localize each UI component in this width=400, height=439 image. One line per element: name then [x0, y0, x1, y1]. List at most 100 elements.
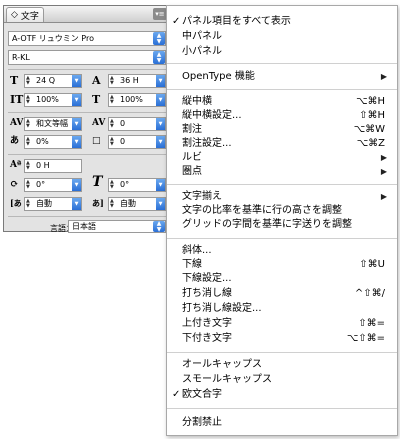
dropdown-icon[interactable]: ▼	[156, 198, 165, 210]
baseline-shift-value: 0 H	[36, 161, 50, 170]
stepper-icon[interactable]: ▲ ▼	[26, 161, 30, 171]
aki-field[interactable]: ▲ ▼ 0 ▼	[108, 135, 166, 149]
baseline-shift-field[interactable]: ▲ ▼ 0 H	[24, 159, 82, 173]
divider	[8, 112, 166, 113]
horizontal-scale-field[interactable]: ▲ ▼ 100% ▼	[108, 93, 166, 107]
font-size-field[interactable]: ▲ ▼ 24 Q ▼	[24, 74, 82, 88]
chevron-updown-icon[interactable]: ▲ ▼	[153, 221, 165, 232]
menu-item-superscript[interactable]: 上付き文字 ⇧⌘=	[167, 317, 397, 331]
panel-flyout-menu: ✓ パネル項目をすべて表示 中パネル 小パネル OpenType 機能 ▶ 縦中…	[166, 5, 398, 436]
tsume-icon: あ	[10, 136, 20, 146]
tracking-field[interactable]: ▲ ▼ 0 ▼	[108, 117, 166, 131]
stepper-icon[interactable]: ▲ ▼	[26, 199, 30, 209]
stepper-icon[interactable]: ▲ ▼	[26, 180, 30, 190]
divider	[8, 69, 166, 70]
stepper-icon[interactable]: ▲ ▼	[26, 95, 30, 105]
menu-item-label: スモールキャップス	[182, 374, 272, 385]
menu-item-underline-options[interactable]: 下線設定...	[167, 272, 397, 286]
aki-before-value: 自動	[36, 199, 52, 208]
dropdown-icon[interactable]: ▼	[156, 75, 165, 87]
menu-item-all-caps[interactable]: オールキャップス	[167, 358, 397, 372]
tsume-field[interactable]: ▲ ▼ 0% ▼	[24, 135, 82, 149]
font-style-value: R-KL	[12, 53, 30, 62]
chevron-updown-icon[interactable]: ▲ ▼	[153, 51, 165, 64]
dropdown-icon[interactable]: ▼	[72, 179, 81, 191]
menu-item-shortcut: ^⇧⌘/	[354, 288, 385, 299]
menu-item-subscript[interactable]: 下付き文字 ⌥⇧⌘=	[167, 332, 397, 346]
menu-item-small-panel[interactable]: 小パネル	[167, 45, 397, 59]
stepper-icon[interactable]: ▲ ▼	[110, 119, 114, 129]
menu-item-warichu[interactable]: 割注 ⌥⌘W	[167, 123, 397, 137]
menu-item-label: 縦中横設定...	[182, 110, 242, 121]
character-panel: ◇ 文字 ▾≡ A-OTF リュウミン Pro ▲ ▼ R-KL ▲ ▼ T ▲ ▼ …	[3, 5, 171, 233]
char-rotation-field[interactable]: ▲ ▼ 0° ▼	[24, 178, 82, 192]
menu-item-label: 割注設定...	[182, 138, 232, 149]
menu-item-adjust-char-spacing[interactable]: グリッドの字間を基準に字送りを調整	[167, 218, 397, 232]
dropdown-icon[interactable]: ▼	[72, 75, 81, 87]
menu-item-ruby[interactable]: ルビ ▶	[167, 151, 397, 165]
dropdown-icon[interactable]: ▼	[156, 118, 165, 130]
menu-item-medium-panel[interactable]: 中パネル	[167, 30, 397, 44]
stepper-icon[interactable]: ▲ ▼	[110, 180, 114, 190]
font-family-value: A-OTF リュウミン Pro	[12, 34, 94, 43]
menu-item-no-break[interactable]: 分割禁止	[167, 416, 397, 430]
font-family-select[interactable]: A-OTF リュウミン Pro ▲ ▼	[8, 31, 166, 46]
skew-field[interactable]: ▲ ▼ 0° ▼	[108, 178, 166, 192]
menu-item-shortcut: ⌥⌘H	[355, 96, 385, 107]
kerning-icon: AV	[10, 118, 24, 128]
aki-after-value: 自動	[120, 199, 136, 208]
stepper-icon[interactable]: ▲ ▼	[26, 76, 30, 86]
menu-item-small-caps[interactable]: スモールキャップス	[167, 373, 397, 387]
dropdown-icon[interactable]: ▼	[72, 136, 81, 148]
dropdown-icon[interactable]: ▼	[72, 118, 81, 130]
stepper-icon[interactable]: ▲ ▼	[26, 119, 30, 129]
aki-after-field[interactable]: ▲ ▼ 自動 ▼	[108, 197, 166, 211]
vertical-scale-field[interactable]: ▲ ▼ 100% ▼	[24, 93, 82, 107]
menu-item-label: 上付き文字	[182, 318, 232, 329]
menu-item-italic[interactable]: 斜体...	[167, 244, 397, 258]
stepper-icon[interactable]: ▲ ▼	[110, 199, 114, 209]
dropdown-icon[interactable]: ▼	[156, 136, 165, 148]
menu-item-warichu-settings[interactable]: 割注設定... ⌥⌘Z	[167, 137, 397, 151]
menu-item-strikethrough-options[interactable]: 打ち消し線設定...	[167, 302, 397, 316]
tab-character[interactable]: ◇ 文字	[6, 7, 44, 22]
menu-item-label: 打ち消し線設定...	[182, 303, 262, 314]
stepper-icon[interactable]: ▲ ▼	[26, 137, 30, 147]
dropdown-icon[interactable]: ▼	[156, 94, 165, 106]
chevron-updown-icon[interactable]: ▲ ▼	[153, 32, 165, 45]
menu-item-shortcut: ⇧⌘H	[359, 110, 385, 121]
language-select[interactable]: 日本語 ▲ ▼	[68, 220, 166, 233]
menu-item-opentype-features[interactable]: OpenType 機能 ▶	[167, 70, 397, 84]
baseline-shift-icon: Aª	[10, 160, 22, 170]
menu-item-underline[interactable]: 下線 ⇧⌘U	[167, 258, 397, 272]
tsume-value: 0%	[36, 137, 49, 146]
menu-separator	[167, 184, 397, 185]
stepper-icon[interactable]: ▲ ▼	[110, 76, 114, 86]
menu-item-ligatures[interactable]: ✓ 欧文合字	[167, 388, 397, 402]
aki-after-icon: あ]	[92, 198, 104, 208]
menu-item-shortcut: ⌥⇧⌘=	[346, 333, 385, 344]
menu-item-kenten[interactable]: 圏点 ▶	[167, 165, 397, 179]
menu-item-label: 縦中横	[182, 96, 212, 107]
dropdown-icon[interactable]: ▼	[72, 94, 81, 106]
kerning-field[interactable]: ▲ ▼ 和文等幅 ▼	[24, 117, 82, 131]
menu-item-tate-chu-yoko-settings[interactable]: 縦中横設定... ⇧⌘H	[167, 109, 397, 123]
kerning-value: 和文等幅	[36, 119, 68, 128]
menu-item-tate-chu-yoko[interactable]: 縦中横 ⌥⌘H	[167, 95, 397, 109]
stepper-icon[interactable]: ▲ ▼	[110, 137, 114, 147]
divider	[8, 216, 166, 217]
dropdown-icon[interactable]: ▼	[156, 179, 165, 191]
menu-item-show-all-options[interactable]: ✓ パネル項目をすべて表示	[167, 15, 397, 29]
dropdown-icon[interactable]: ▼	[72, 198, 81, 210]
panel-menu-button[interactable]: ▾≡	[153, 8, 167, 20]
leading-value: 36 H	[120, 76, 139, 85]
stepper-icon[interactable]: ▲ ▼	[110, 95, 114, 105]
menu-item-character-alignment[interactable]: 文字揃え ▶	[167, 190, 397, 204]
tab-collapse-icon[interactable]: ◇	[11, 10, 18, 20]
aki-before-field[interactable]: ▲ ▼ 自動 ▼	[24, 197, 82, 211]
font-style-select[interactable]: R-KL ▲ ▼	[8, 50, 166, 65]
horizontal-scale-icon: T	[92, 93, 101, 106]
menu-item-adjust-line-height[interactable]: 文字の比率を基準に行の高さを調整	[167, 204, 397, 218]
leading-field[interactable]: ▲ ▼ 36 H ▼	[108, 74, 166, 88]
menu-item-strikethrough[interactable]: 打ち消し線 ^⇧⌘/	[167, 287, 397, 301]
